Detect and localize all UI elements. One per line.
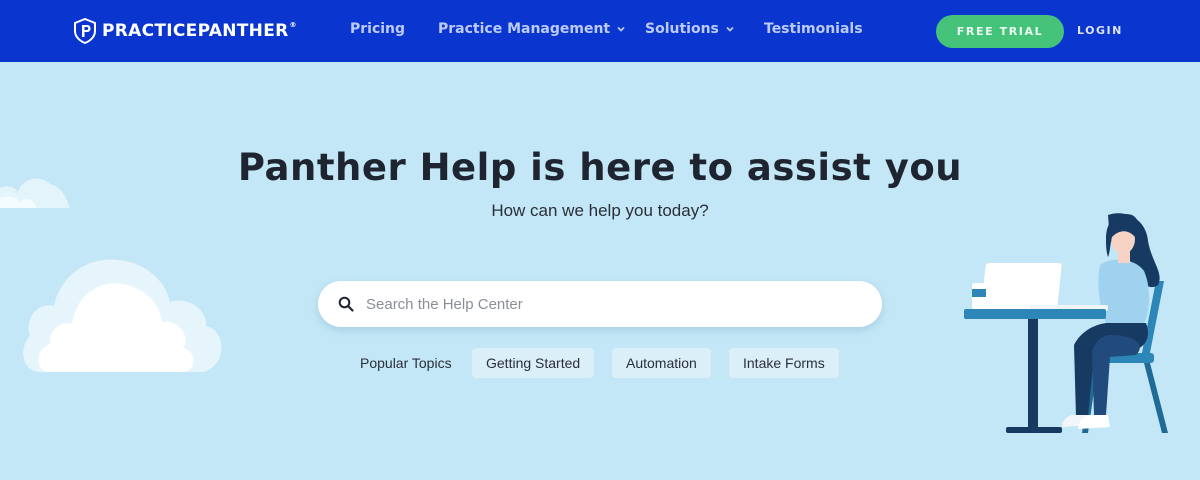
page-title: Panther Help is here to assist you	[237, 146, 963, 189]
nav-solutions-label: Solutions	[645, 21, 719, 37]
topic-chip-automation[interactable]: Automation	[612, 348, 711, 378]
registered-mark: ®	[289, 21, 297, 29]
nav-pricing-label: Pricing	[350, 21, 406, 37]
free-trial-button[interactable]: FREE TRIAL	[936, 15, 1064, 48]
topic-chip-getting-started[interactable]: Getting Started	[472, 348, 595, 378]
nav-practice-management[interactable]: Practice Management	[438, 21, 626, 37]
top-navigation: PRACTICEPANTHER® Pricing Practice Manage…	[0, 0, 1200, 62]
panther-shield-icon	[74, 18, 96, 44]
logo-wordmark: PRACTICEPANTHER®	[102, 21, 297, 41]
popular-topics-label: Popular Topics	[360, 355, 452, 371]
search-input[interactable]	[366, 295, 846, 313]
nav-practice-management-label: Practice Management	[438, 21, 611, 37]
help-search-bar[interactable]	[318, 281, 882, 327]
login-link[interactable]: LOGIN	[1077, 24, 1123, 37]
woman-at-laptop-illustration	[964, 213, 1168, 433]
large-cloud-illustration	[23, 259, 222, 372]
nav-solutions[interactable]: Solutions	[645, 21, 735, 37]
search-icon	[338, 296, 354, 312]
chevron-down-icon	[726, 26, 734, 32]
topic-chip-intake-forms[interactable]: Intake Forms	[729, 348, 839, 378]
logo-text: PRACTICEPANTHER	[102, 21, 289, 41]
chevron-down-icon	[617, 26, 625, 32]
nav-pricing[interactable]: Pricing	[350, 21, 405, 37]
nav-testimonials[interactable]: Testimonials	[764, 21, 863, 37]
nav-testimonials-label: Testimonials	[764, 21, 863, 37]
practicepanther-logo[interactable]: PRACTICEPANTHER®	[74, 16, 297, 46]
